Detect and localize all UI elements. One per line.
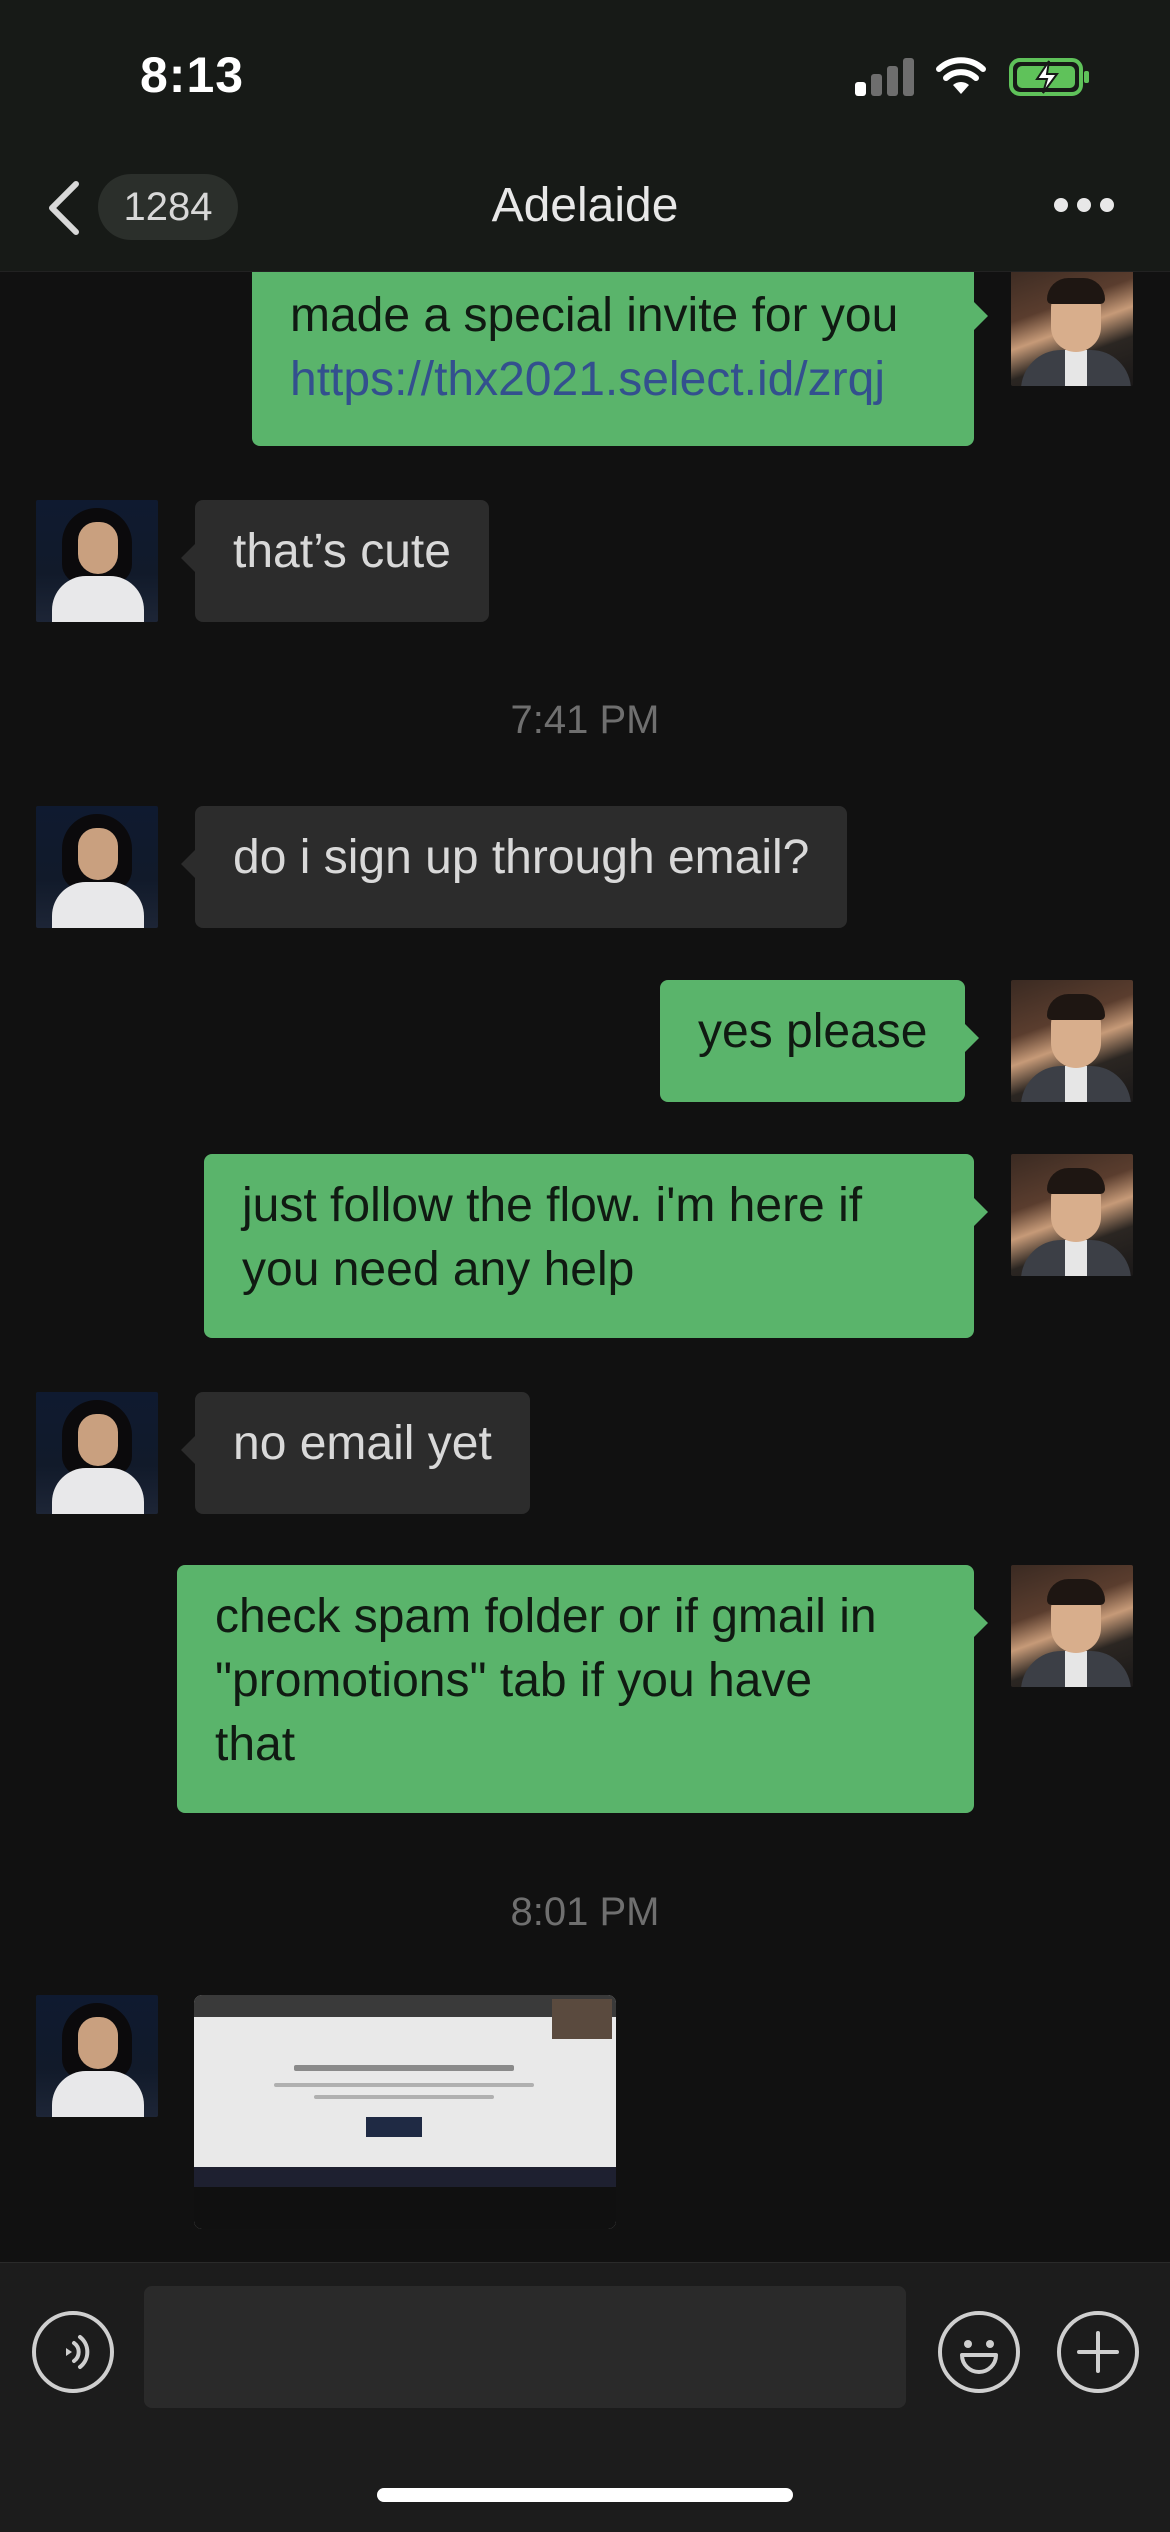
avatar-me[interactable] xyxy=(1011,1154,1133,1276)
message-bubble-outgoing[interactable]: just follow the flow. i'm here if you ne… xyxy=(204,1154,988,1338)
emoji-button[interactable] xyxy=(938,2311,1020,2393)
photo-attachment[interactable] xyxy=(194,1995,616,2229)
message-text: do i sign up through email? xyxy=(233,831,810,884)
chat-title: Adelaide xyxy=(491,179,679,232)
battery-charging-icon xyxy=(1009,58,1089,96)
avatar-adelaide[interactable] xyxy=(36,806,158,928)
message-timestamp: 7:41 PM xyxy=(510,698,660,742)
message-bubble-incoming[interactable]: that’s cute xyxy=(181,500,489,622)
message-bubble-outgoing[interactable]: yes please xyxy=(660,980,980,1102)
avatar-adelaide[interactable] xyxy=(36,1392,158,1514)
avatar-me[interactable] xyxy=(1011,264,1133,386)
message-text: that’s cute xyxy=(233,525,451,578)
message-bubble-incoming[interactable]: no email yet xyxy=(181,1392,530,1514)
plus-icon xyxy=(1077,2331,1119,2373)
avatar-me[interactable] xyxy=(1011,1565,1133,1687)
voice-icon xyxy=(66,2335,90,2369)
cellular-signal-icon xyxy=(855,58,915,96)
voice-input-button[interactable] xyxy=(32,2311,114,2393)
avatar-adelaide[interactable] xyxy=(36,500,158,622)
message-text: "promotions" tab if you have xyxy=(215,1654,813,1707)
message-bubble-outgoing[interactable]: check spam folder or if gmail in "promot… xyxy=(177,1565,988,1813)
message-bubble-outgoing[interactable]: made a special invite for you https://th… xyxy=(252,258,988,446)
message-text: just follow the flow. i'm here if xyxy=(242,1179,863,1232)
message-text: yes please xyxy=(698,1005,928,1058)
message-text: that xyxy=(215,1718,296,1771)
avatar-adelaide[interactable] xyxy=(36,1995,158,2117)
message-text: made a special invite for you xyxy=(290,289,899,342)
home-indicator[interactable] xyxy=(377,2488,793,2502)
message-input[interactable] xyxy=(144,2286,906,2408)
more-attachments-button[interactable] xyxy=(1057,2311,1139,2393)
message-text: check spam folder or if gmail in xyxy=(215,1590,877,1643)
message-timestamp: 8:01 PM xyxy=(510,1890,660,1934)
more-options-icon[interactable] xyxy=(1054,198,1114,216)
status-time: 8:13 xyxy=(140,47,245,103)
message-text: you need any help xyxy=(242,1243,635,1296)
emoji-icon xyxy=(960,2340,998,2374)
message-text: no email yet xyxy=(233,1417,492,1470)
invite-link[interactable]: https://thx2021.select.id/zrqj xyxy=(290,348,936,412)
chat-history[interactable]: made a special invite for you https://th… xyxy=(0,0,1170,2262)
header: 8:13 1284 Adelaide xyxy=(0,0,1170,272)
wifi-icon xyxy=(936,57,986,94)
avatar-me[interactable] xyxy=(1011,980,1133,1102)
message-bubble-incoming[interactable]: do i sign up through email? xyxy=(180,806,848,928)
